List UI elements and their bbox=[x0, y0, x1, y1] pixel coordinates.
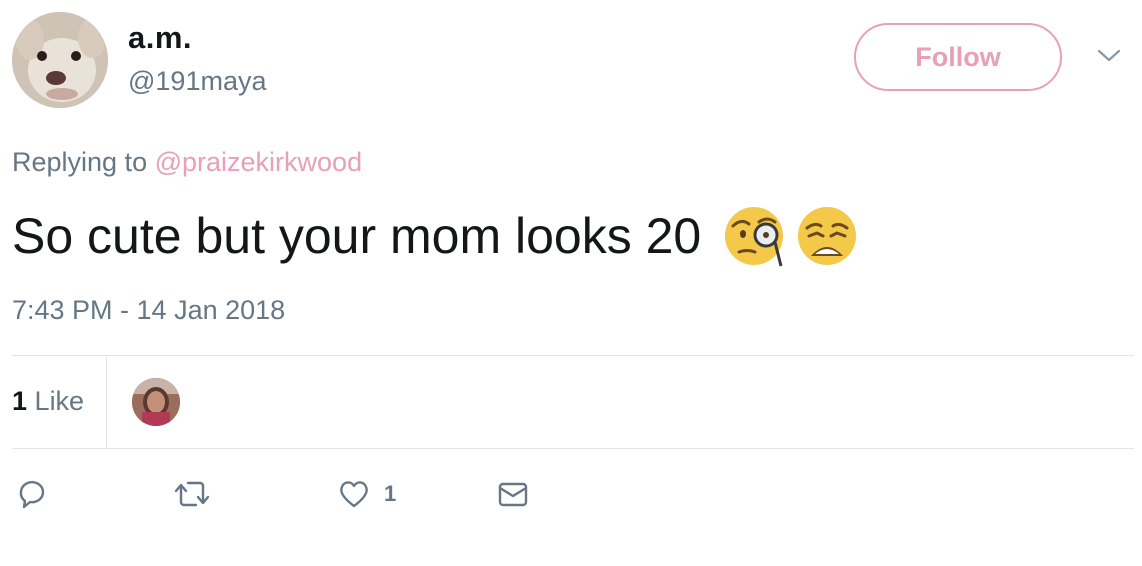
stats-separator bbox=[106, 356, 107, 448]
replying-mention-link[interactable]: @praizekirkwood bbox=[155, 147, 362, 177]
like-action-count: 1 bbox=[384, 481, 397, 506]
weary-face-emoji bbox=[798, 207, 857, 265]
likes-stat[interactable]: 1 Like bbox=[12, 386, 84, 417]
tweet-text: So cute but your mom looks 20 bbox=[12, 204, 859, 268]
author-avatar[interactable] bbox=[12, 12, 108, 108]
likes-count: 1 bbox=[12, 386, 28, 416]
retweet-icon bbox=[174, 481, 210, 507]
divider bbox=[12, 355, 1134, 356]
author-name[interactable]: a.m. bbox=[128, 20, 192, 56]
heart-icon bbox=[340, 481, 368, 508]
like-button[interactable]: 1 bbox=[338, 478, 396, 510]
direct-message-icon bbox=[498, 482, 528, 507]
replying-prefix: Replying to bbox=[12, 147, 148, 177]
retweet-button[interactable] bbox=[174, 478, 210, 510]
reply-button[interactable] bbox=[16, 478, 48, 510]
follow-button[interactable]: Follow bbox=[854, 23, 1062, 91]
reply-icon bbox=[19, 481, 45, 509]
chevron-down-icon[interactable] bbox=[1096, 46, 1122, 64]
tweet-text-content: So cute but your mom looks 20 bbox=[12, 208, 702, 264]
direct-message-button[interactable] bbox=[497, 478, 529, 510]
divider bbox=[12, 448, 1134, 449]
likes-label: Like bbox=[34, 386, 85, 416]
tweet-timestamp[interactable]: 7:43 PM - 14 Jan 2018 bbox=[12, 295, 285, 326]
author-handle[interactable]: @191maya bbox=[128, 66, 266, 97]
liker-avatar[interactable] bbox=[132, 378, 180, 426]
replying-to: Replying to @praizekirkwood bbox=[12, 147, 362, 178]
face-with-monocle-emoji bbox=[725, 207, 784, 267]
